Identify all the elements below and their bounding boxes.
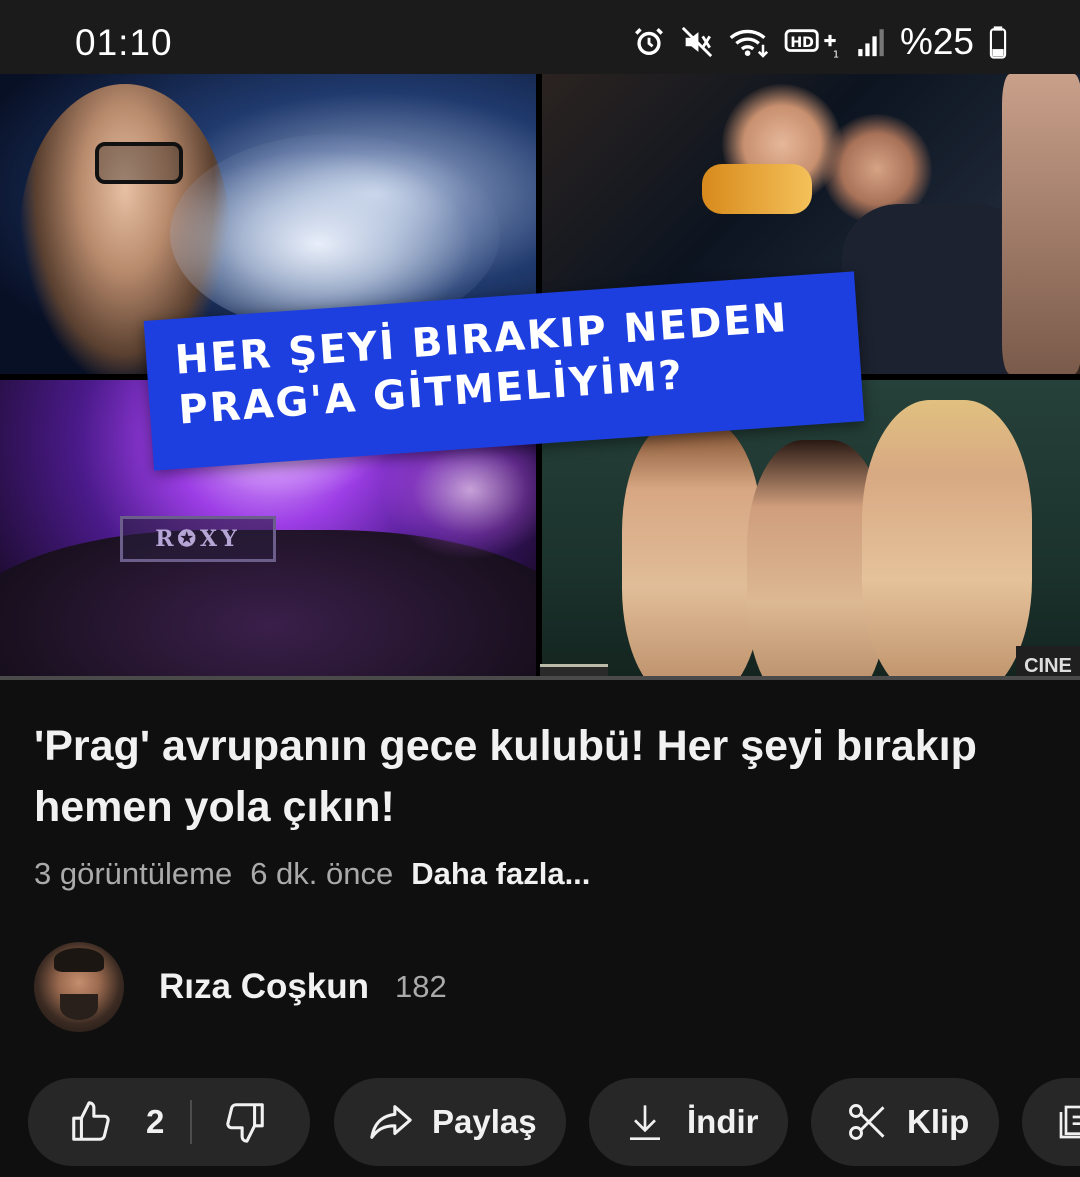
status-bar: 01:10 HD 1 %25 (0, 0, 1080, 74)
dislike-button[interactable] (222, 1099, 268, 1145)
share-button[interactable]: Paylaş (334, 1078, 566, 1166)
share-icon (368, 1099, 414, 1145)
svg-text:HD: HD (790, 35, 814, 51)
scissors-icon (845, 1099, 889, 1145)
video-title[interactable]: 'Prag' avrupanın gece kulubü! Her şeyi b… (34, 716, 1044, 838)
like-divider (190, 1100, 193, 1144)
download-label: İndir (687, 1103, 759, 1140)
clip-label: Klip (907, 1103, 970, 1140)
like-dislike-pill: 2 (28, 1078, 310, 1166)
channel-avatar[interactable] (34, 942, 124, 1032)
more-description-link[interactable]: Daha fazla... (411, 856, 590, 892)
mute-icon (680, 25, 714, 59)
video-meta[interactable]: 3 görüntüleme 6 dk. önce Daha fazla... (34, 854, 590, 894)
action-bar: 2 Paylaş İndir Klip (28, 1078, 1080, 1166)
battery-percent: %25 (899, 21, 974, 62)
view-count: 3 görüntüleme (34, 856, 233, 891)
subscriber-count: 182 (395, 969, 447, 1004)
playlist-add-icon (1056, 1099, 1080, 1145)
thumbs-up-icon (68, 1099, 114, 1145)
hd-volte-icon: HD 1 (784, 25, 842, 59)
video-thumbnail[interactable]: R✪XY NE CLU CINE HER ŞEYİ BIRAKIP NEDEN … (0, 74, 1080, 680)
svg-text:1: 1 (833, 50, 839, 59)
channel-name[interactable]: Rıza Coşkun (159, 967, 369, 1007)
clip-button[interactable]: Klip (811, 1078, 999, 1166)
club-neon-right: CINE (1016, 646, 1080, 680)
alarm-icon (632, 25, 666, 59)
status-icons: HD 1 %25 (632, 21, 1008, 62)
club-sign-text: R✪XY (120, 516, 276, 562)
channel-row[interactable]: Rıza Coşkun 182 (34, 942, 447, 1032)
like-button[interactable]: 2 (68, 1099, 164, 1145)
avatar-beard (60, 994, 98, 1020)
battery-icon (988, 25, 1008, 59)
like-count: 2 (146, 1103, 165, 1140)
signal-icon (856, 25, 886, 59)
save-button[interactable] (1022, 1078, 1080, 1166)
avatar-hair (54, 948, 104, 972)
download-button[interactable]: İndir (589, 1078, 788, 1166)
video-watch-page: 01:10 HD 1 %25 R✪XY CINE HER ŞEYİ BIRAKI… (0, 0, 1080, 1177)
status-time: 01:10 (75, 22, 173, 63)
video-progress-bar[interactable] (0, 676, 1080, 680)
thumbs-down-icon (222, 1099, 268, 1145)
share-label: Paylaş (432, 1103, 537, 1140)
wifi-icon (728, 25, 770, 59)
upload-age: 6 dk. önce (250, 856, 394, 891)
download-icon (625, 1099, 665, 1145)
